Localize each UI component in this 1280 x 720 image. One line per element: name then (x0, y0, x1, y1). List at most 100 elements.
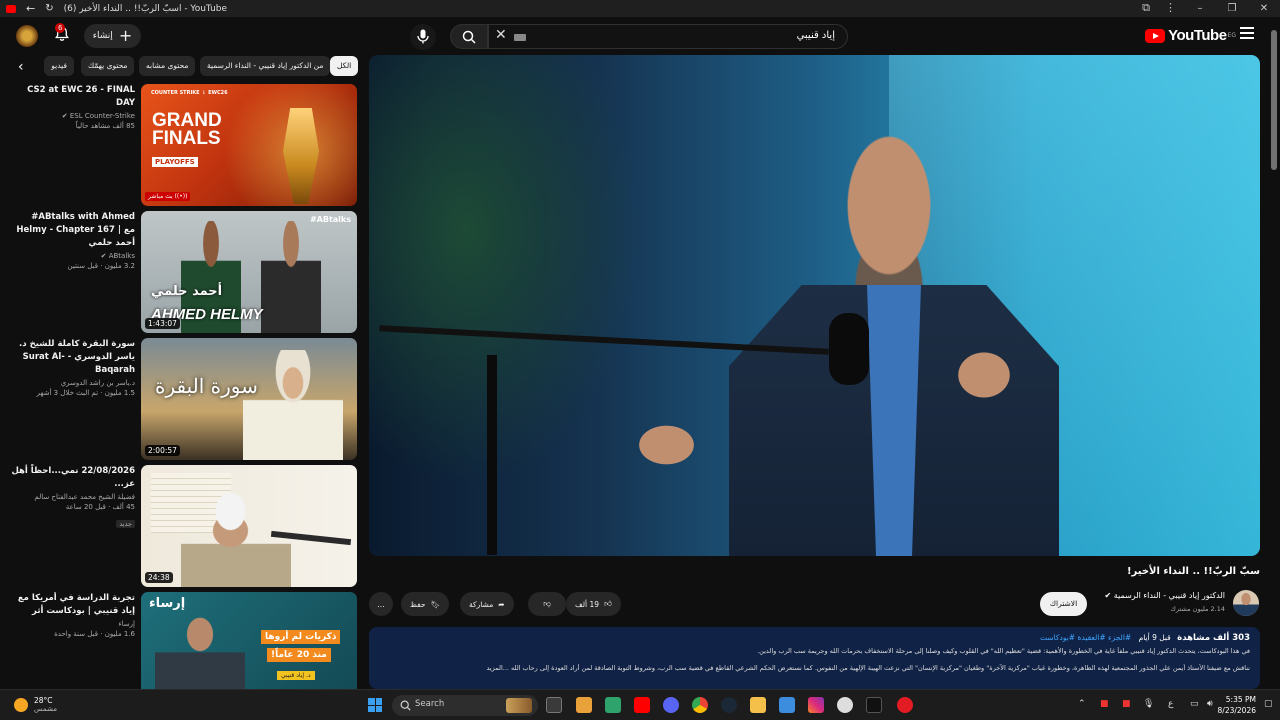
chevron-up-icon[interactable]: ⌃ (1078, 699, 1086, 709)
instagram-icon[interactable] (808, 697, 824, 713)
more-actions-button[interactable]: ... (369, 592, 393, 616)
app-icon[interactable] (897, 697, 913, 713)
chrome-icon[interactable] (692, 697, 708, 713)
channel-name[interactable]: ABtalks ✔ (7, 252, 135, 260)
channel-name[interactable]: د.ياسر بن راشد الدوسري (7, 379, 135, 387)
description-box[interactable]: 303 ألف مشاهدة قبل 9 أيام #الجزء #العقيد… (369, 627, 1260, 689)
page-scrollbar[interactable] (1271, 30, 1277, 170)
display-icon[interactable]: ▭ (1190, 699, 1199, 709)
clear-search-icon[interactable]: ✕ (495, 27, 507, 43)
thumb-headline: ذكريات لم أروها (261, 630, 341, 644)
video-meta: 3.2 مليون · قبل سنتين (67, 262, 136, 270)
channel-name[interactable]: إرساء (7, 620, 135, 628)
video-thumbnail[interactable]: 24:38 (141, 465, 357, 587)
browser-menu-icon[interactable]: ⋮ (1165, 1, 1176, 14)
recommendation-item[interactable]: إرساء ذكريات لم أروها منذ 20 عاماً! د. إ… (0, 592, 360, 689)
channel-name[interactable]: ESL Counter-Strike ✔ (7, 112, 135, 120)
filter-chips: ‹ الكل من الدكتور إياد قنيبي - النداء ال… (0, 55, 360, 79)
search-button[interactable] (450, 24, 488, 49)
dislike-button[interactable]: 👎︎ (528, 592, 566, 616)
extensions-icon[interactable]: ⧉ (1142, 1, 1150, 15)
steam-icon[interactable] (721, 697, 737, 713)
search-label: Search (415, 699, 445, 709)
video-thumbnail[interactable]: COUNTER STRIKE ⋮ EWC26 GRAND FINALS PLAYO… (141, 84, 357, 206)
video-player[interactable] (369, 55, 1260, 556)
chip-all[interactable]: الكل (330, 56, 359, 76)
tiktok-icon[interactable] (866, 697, 882, 713)
app-icon[interactable] (605, 697, 621, 713)
verified-icon: ✔ (100, 252, 107, 260)
subscribe-button[interactable]: الاشتراك (1040, 592, 1087, 616)
channel-name[interactable]: الدكتور إياد قنيبي - النداء الرسمية ✔ (1105, 591, 1225, 600)
description-text: في هذا البودكاست، يتحدث الدكتور إياد قني… (757, 647, 1250, 655)
back-icon[interactable]: ← (26, 2, 35, 15)
video-title[interactable]: #ABtalks with Ahmed Helmy - Chapter 167 … (7, 211, 135, 250)
share-button[interactable]: ➦ مشاركة (460, 592, 514, 616)
start-button[interactable] (368, 698, 382, 712)
recommendation-item[interactable]: COUNTER STRIKE ⋮ EWC26 GRAND FINALS PLAYO… (0, 84, 360, 206)
hashtags[interactable]: #الجزء #العقيدة #بودكاست (1040, 633, 1131, 642)
clock-date: 8/23/2026 (1217, 706, 1256, 715)
taskbar-search[interactable]: Search (392, 695, 538, 716)
video-thumbnail[interactable]: إرساء ذكريات لم أروها منذ 20 عاماً! د. إ… (141, 592, 357, 689)
input-language[interactable]: ع (1168, 699, 1173, 709)
system-clock[interactable]: 5:35 PM 8/23/2026 (1218, 694, 1256, 716)
volume-icon[interactable]: 🔊︎ (1207, 699, 1213, 709)
windows-taskbar: 28°C مشمس Search ⌃ ■ ■ 🎙︎ ع ▭ 🔊︎ 5:35 PM… (0, 689, 1280, 720)
minimize-icon[interactable]: – (1184, 0, 1216, 17)
bookmark-icon: 🔖︎ (430, 599, 441, 609)
verified-icon: ✔ (1104, 591, 1112, 600)
notifications-button[interactable]: 6 (54, 23, 70, 46)
more-icon: ... (377, 599, 385, 609)
duration-badge: 2:00:57 (145, 445, 180, 456)
search-icon (400, 700, 411, 711)
like-count: 19 ألف (575, 599, 600, 609)
youtube-header: YouTube EG إياد قنيبي ✕ + إنشاء 6 (0, 17, 1280, 55)
thumb-calligraphy: سورة البقرة (155, 374, 258, 398)
recommendation-item[interactable]: سورة البقرة 2:00:57 سورة البقرة كاملة لل… (0, 338, 360, 460)
search-input[interactable]: إياد قنيبي ✕ (488, 24, 848, 49)
save-button[interactable]: 🔖︎ حفظ (401, 592, 450, 616)
recommendation-item[interactable]: #ABtalks أحمد حلمي AHMED HELMY 1:43:07 #… (0, 211, 360, 333)
youtube-app-icon[interactable] (634, 697, 650, 713)
settings-icon[interactable] (837, 697, 853, 713)
account-avatar[interactable] (16, 25, 38, 47)
like-button[interactable]: 👍︎ 19 ألف (566, 592, 621, 616)
menu-icon[interactable] (1240, 27, 1254, 42)
chip-channel[interactable]: من الدكتور إياد قنيبي - النداء الرسمية (200, 56, 331, 76)
chevron-left-icon[interactable]: ‹ (18, 59, 24, 75)
create-button[interactable]: + إنشاء (84, 24, 141, 48)
save-label: حفظ (410, 599, 426, 609)
close-icon[interactable]: ✕ (1248, 0, 1280, 17)
maximize-icon[interactable]: ❐ (1216, 0, 1248, 17)
video-title[interactable]: تجربة الدراسة في أمريكا مع إياد قنيبي | … (7, 592, 135, 618)
reload-icon[interactable]: ↻ (45, 3, 53, 14)
video-title[interactable]: 22/08/2026 نمي...احظاً أهل عز... (7, 465, 135, 491)
video-thumbnail[interactable]: سورة البقرة 2:00:57 (141, 338, 357, 460)
task-view-icon[interactable] (546, 697, 562, 713)
chip-videos[interactable]: فيديو (44, 56, 74, 76)
video-title[interactable]: CS2 at EWC 26 - FINAL DAY (7, 84, 135, 110)
folder-icon[interactable] (750, 697, 766, 713)
description-text: نناقش مع ضيفنا الأستاذ أيمن علي الجذور ا… (486, 664, 1250, 672)
weather-widget[interactable]: 28°C مشمس (14, 696, 57, 713)
search-icon (462, 30, 476, 44)
tray-app-icon[interactable]: ■ (1100, 699, 1109, 709)
app-icon[interactable] (779, 697, 795, 713)
notification-center-icon[interactable]: ▢ (1264, 699, 1273, 709)
chip-for-you[interactable]: محتوى يهمّك (81, 56, 135, 76)
video-thumbnail[interactable]: #ABtalks أحمد حلمي AHMED HELMY 1:43:07 (141, 211, 357, 333)
verified-icon: ✔ (61, 112, 68, 120)
channel-name[interactable]: فضيلة الشيخ محمد عبدالفتاح سالم (7, 493, 135, 501)
youtube-logo[interactable]: YouTube EG (1145, 27, 1236, 44)
file-explorer-icon[interactable] (576, 697, 592, 713)
voice-search-button[interactable] (410, 24, 436, 50)
tray-app-icon[interactable]: ■ (1122, 699, 1131, 709)
channel-avatar[interactable] (1233, 590, 1259, 616)
keyboard-icon[interactable] (514, 34, 526, 41)
recommendation-item[interactable]: 24:38 22/08/2026 نمي...احظاً أهل عز... ف… (0, 465, 360, 587)
discord-icon[interactable] (663, 697, 679, 713)
chip-related[interactable]: محتوى مشابه (139, 56, 196, 76)
video-title[interactable]: سورة البقرة كاملة للشيخ د. ياسر الدوسري … (7, 338, 135, 377)
microphone-icon[interactable]: 🎙︎ (1143, 699, 1154, 709)
